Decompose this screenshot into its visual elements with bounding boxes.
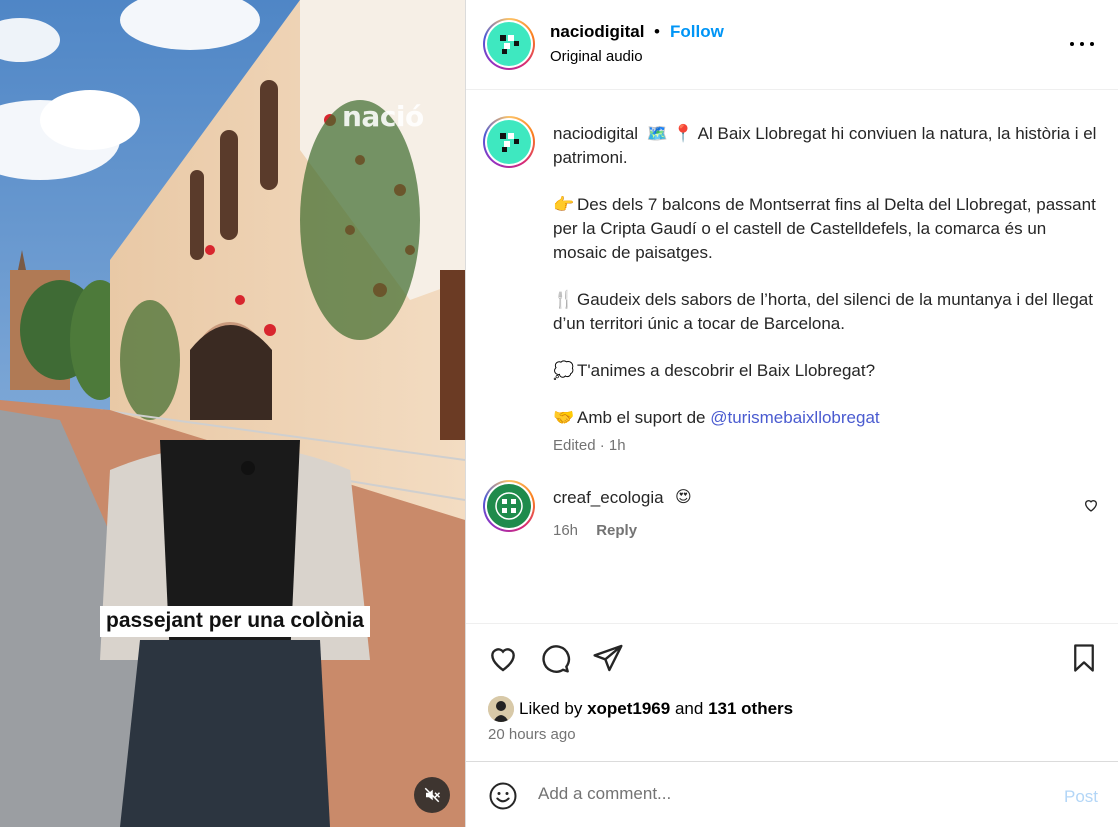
thought-bubble-emoji-icon: 💭	[553, 361, 575, 380]
post-time[interactable]: 20 hours ago	[488, 726, 576, 743]
save-bookmark-icon[interactable]	[1069, 642, 1099, 679]
author-avatar[interactable]	[483, 18, 535, 70]
creaf-logo-icon	[495, 492, 523, 520]
mute-button[interactable]	[414, 777, 450, 813]
nacio-watermark: nació	[342, 100, 424, 133]
heart-eyes-emoji-icon: 😍	[675, 489, 692, 506]
comment-like-heart-icon[interactable]	[1083, 497, 1099, 518]
mention-link[interactable]: @turismebaixllobregat	[710, 408, 879, 427]
comment-input[interactable]	[538, 784, 1038, 804]
more-options-icon[interactable]	[1070, 34, 1094, 54]
caption-paragraph-3: T'animes a descobrir el Baix Llobregat?	[577, 361, 876, 380]
liker-username[interactable]: xopet1969	[587, 699, 670, 718]
edited-timestamp: Edited · 1h	[553, 437, 626, 454]
post-caption: naciodigital 🗺️ 📍 Al Baix Llobregat hi c…	[553, 122, 1098, 453]
add-comment-bar: Post	[466, 761, 1118, 827]
likes-summary: Liked by xopet1969 and 131 others	[519, 699, 793, 719]
caption-paragraph-1: Des dels 7 balcons de Montserrat fins al…	[553, 195, 1096, 262]
post-header: naciodigital • Follow Original audio	[466, 0, 1118, 90]
video-subtitle: passejant per una colònia	[100, 606, 370, 637]
caption-author-avatar[interactable]	[483, 116, 535, 168]
comment-meta: 16h Reply	[553, 522, 637, 539]
separator-dot: •	[654, 22, 660, 41]
pointing-hand-emoji-icon: 👉	[553, 195, 575, 214]
and-label: and	[674, 699, 704, 718]
comments-section: naciodigital 🗺️ 📍 Al Baix Llobregat hi c…	[466, 91, 1118, 623]
speaker-muted-icon	[424, 787, 441, 803]
emoji-picker-icon[interactable]	[488, 781, 518, 816]
caption-username[interactable]: naciodigital	[553, 124, 638, 143]
follow-button[interactable]: Follow	[670, 22, 724, 42]
naciodigital-logo-icon	[500, 35, 519, 54]
share-paper-plane-icon[interactable]	[592, 642, 624, 679]
handshake-emoji-icon: 🤝	[553, 408, 575, 427]
caption-paragraph-2: Gaudeix dels sabors de l’horta, del sile…	[553, 290, 1093, 333]
reply-button[interactable]: Reply	[596, 522, 637, 539]
comment-time: 16h	[553, 522, 579, 539]
fork-knife-emoji-icon: 🍴	[553, 290, 575, 309]
liker-avatar[interactable]	[488, 696, 514, 722]
others-count-link[interactable]: 131 others	[708, 699, 793, 718]
commenter-avatar[interactable]	[483, 480, 535, 532]
post-actions: Liked by xopet1969 and 131 others 20 hou…	[466, 623, 1118, 761]
author-username[interactable]: naciodigital	[550, 22, 644, 42]
commenter-username[interactable]: creaf_ecologia	[553, 488, 664, 508]
audio-label[interactable]: Original audio	[550, 48, 643, 65]
comment-bubble-icon[interactable]	[539, 642, 571, 679]
caption-paragraph-4: Amb el suport de	[577, 408, 706, 427]
like-heart-icon[interactable]	[487, 642, 519, 679]
post-video[interactable]: nació passejant per una colònia	[0, 0, 465, 827]
post-details-panel: naciodigital • Follow Original audio nac…	[465, 0, 1118, 827]
pin-emoji-icon: 📍	[672, 124, 694, 143]
naciodigital-logo-icon	[500, 133, 519, 152]
post-comment-button[interactable]: Post	[1064, 787, 1098, 807]
liked-by-label: Liked by	[519, 699, 583, 718]
map-emoji-icon: 🗺️	[646, 124, 668, 143]
